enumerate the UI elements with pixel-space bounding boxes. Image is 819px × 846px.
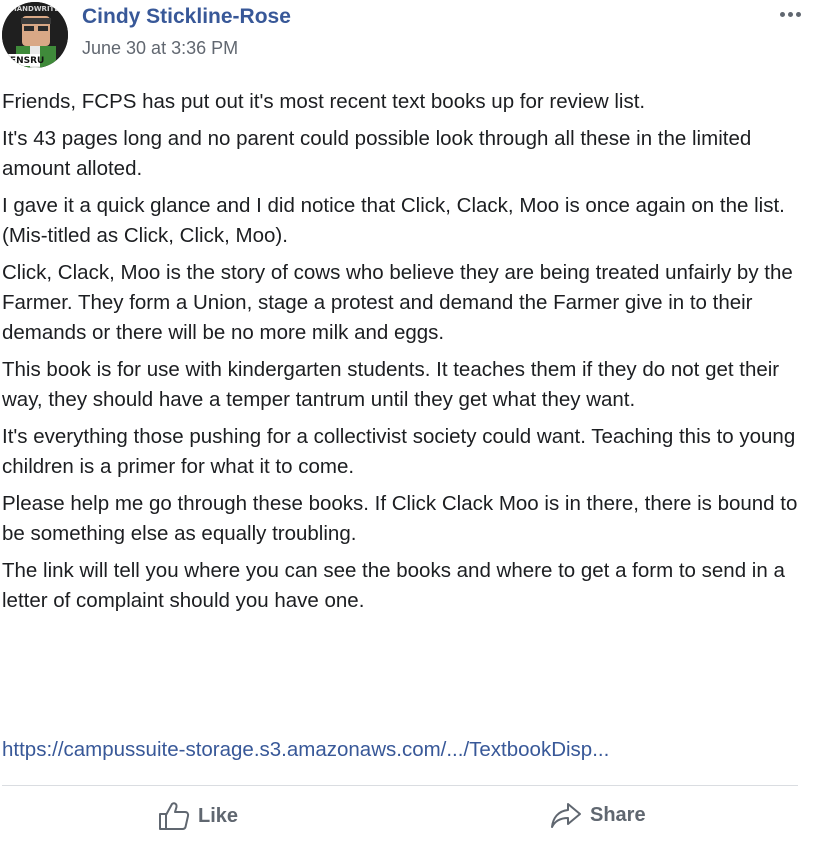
avatar-caption-bottom: RENSRU — [3, 56, 44, 66]
post-paragraph: Friends, FCPS has put out it's most rece… — [2, 90, 646, 113]
post-header: HANDWRITE RENSRU Cindy Stickline-Rose Ju… — [0, 0, 819, 80]
post-paragraph: Please help me go through these books. I… — [2, 492, 798, 545]
post-paragraph: Click, Clack, Moo is the story of cows w… — [2, 261, 793, 344]
avatar[interactable]: HANDWRITE RENSRU — [2, 2, 68, 68]
more-horizontal-icon — [787, 11, 793, 17]
thumbs-up-icon — [158, 801, 190, 831]
more-options-button[interactable] — [775, 2, 805, 26]
actions-divider — [2, 785, 798, 786]
share-label: Share — [590, 803, 646, 826]
post-paragraph: It's everything those pushing for a coll… — [2, 425, 796, 478]
like-button[interactable]: Like — [158, 801, 238, 831]
share-arrow-icon — [550, 801, 582, 829]
avatar-image: HANDWRITE RENSRU — [2, 2, 68, 68]
share-button[interactable]: Share — [550, 801, 646, 829]
more-horizontal-icon — [795, 11, 801, 17]
post-paragraph: I gave it a quick glance and I did notic… — [2, 194, 785, 247]
post-link[interactable]: https://campussuite-storage.s3.amazonaws… — [2, 735, 609, 765]
like-label: Like — [198, 804, 239, 827]
author-name[interactable]: Cindy Stickline-Rose — [82, 5, 291, 29]
post-paragraph: It's 43 pages long and no parent could p… — [2, 127, 752, 180]
post-timestamp[interactable]: June 30 at 3:36 PM — [82, 38, 238, 59]
avatar-caption-top: HANDWRITE — [11, 5, 59, 13]
more-horizontal-icon — [779, 11, 785, 17]
post-card: HANDWRITE RENSRU Cindy Stickline-Rose Ju… — [0, 0, 819, 846]
post-paragraph: The link will tell you where you can see… — [2, 559, 785, 612]
post-paragraph: This book is for use with kindergarten s… — [2, 358, 780, 411]
post-actions-bar: Like Share — [0, 787, 819, 846]
post-body: Friends, FCPS has put out it's most rece… — [2, 87, 814, 623]
